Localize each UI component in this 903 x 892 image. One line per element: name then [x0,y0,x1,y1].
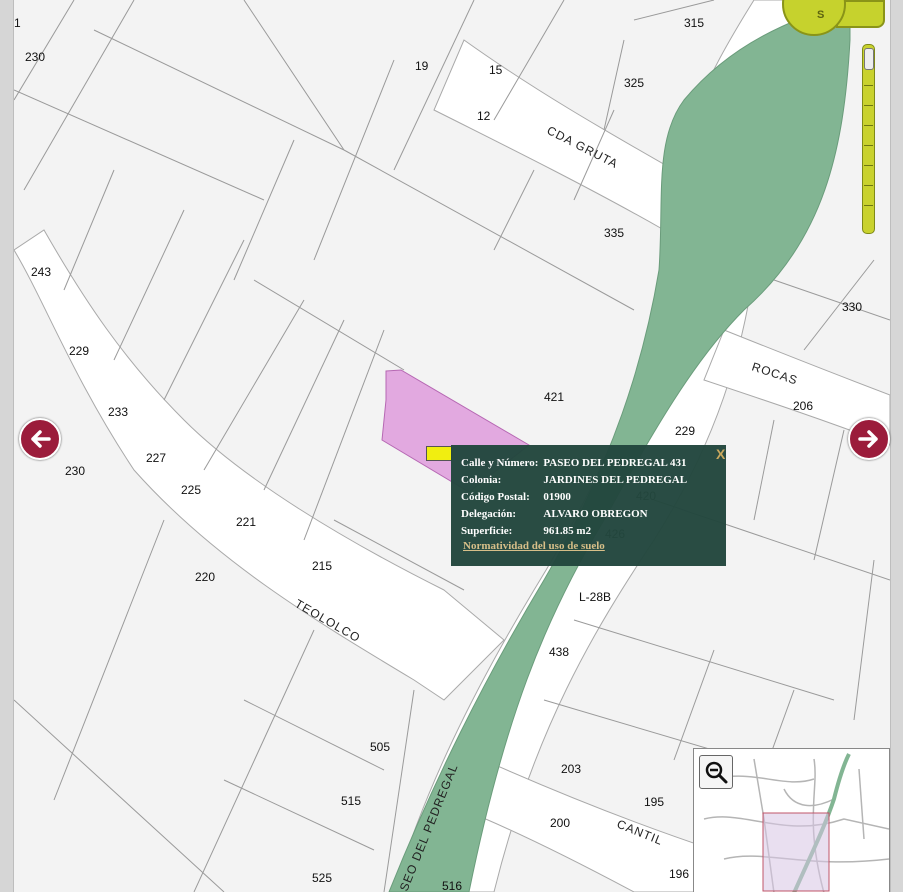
info-label: Calle y Número: [461,457,539,469]
info-value: JARDINES DEL PEDREGAL [543,474,688,486]
frame-right [890,0,903,892]
zoom-slider[interactable] [862,44,875,234]
lot-number: 12 [477,109,491,123]
lot-number: 325 [624,76,644,90]
lot-number: 330 [842,300,862,314]
lot-number: 505 [370,740,390,754]
info-label: Código Postal: [461,491,530,503]
lot-number: 221 [236,515,256,529]
frame-left [0,0,14,892]
arrow-right-icon [858,430,878,448]
lot-number: L-28B [579,590,611,604]
lot-number: 516 [442,879,462,892]
info-value: PASEO DEL PEDREGAL 431 [543,457,687,469]
zoom-out-icon [705,761,728,784]
lot-number: 225 [181,483,201,497]
info-row: Colonia: JARDINES DEL PEDREGAL [461,473,692,490]
lot-number: 15 [489,63,503,77]
lot-number: 525 [312,871,332,885]
info-value: ALVARO OBREGON [543,508,648,520]
info-label: Colonia: [461,474,502,486]
lot-number: 438 [549,645,569,659]
compass-south-label[interactable]: S [817,9,824,21]
info-label: Delegación: [461,508,516,520]
info-row: Delegación: ALVARO OBREGON [461,507,692,524]
lot-number: 335 [604,226,624,240]
lot-number: 215 [312,559,332,573]
info-row: Calle y Número: PASEO DEL PEDREGAL 431 [461,456,692,473]
parcel-info-table: Calle y Número: PASEO DEL PEDREGAL 431 C… [461,456,692,541]
zoom-tick [864,205,873,206]
info-row: Superficie: 961.85 m2 [461,524,692,541]
lot-number: 515 [341,794,361,808]
lot-number: 315 [684,16,704,30]
arrow-left-icon [31,430,51,448]
lot-number: 233 [108,405,128,419]
lot-number: 227 [146,451,166,465]
zoom-slider-thumb[interactable] [864,48,874,70]
lot-number: 203 [561,762,581,776]
land-use-regulation-link[interactable]: Normatividad del uso de suelo [463,540,605,552]
lot-number: 230 [25,50,45,64]
lot-number: 195 [644,795,664,809]
info-label: Superficie: [461,525,513,537]
info-row: Código Postal: 01900 [461,490,692,507]
zoom-tick [864,85,873,86]
parcel-info-popup: X Calle y Número: PASEO DEL PEDREGAL 431… [451,445,726,566]
zoom-tick [864,165,873,166]
lot-number: 19 [415,59,429,73]
lot-number: 196 [669,867,689,881]
lot-number: 1 [14,16,21,30]
overview-viewport[interactable] [762,812,830,892]
location-marker[interactable] [426,446,452,461]
popup-close-button[interactable]: X [716,446,725,462]
lot-number: 243 [31,265,51,279]
info-value: 961.85 m2 [543,525,592,537]
info-value: 01900 [543,491,571,503]
zoom-tick [864,125,873,126]
lot-number: 229 [675,424,695,438]
zoom-tick [864,105,873,106]
lot-number: 230 [65,464,85,478]
lot-number: 220 [195,570,215,584]
lot-number: 206 [793,399,813,413]
zoom-tick [864,145,873,146]
map-viewer: 1 230 19 15 315 325 12 335 243 229 233 2… [0,0,903,892]
lot-number: 200 [550,816,570,830]
pan-right-button[interactable] [848,418,890,460]
zoom-tick [864,185,873,186]
zoom-out-button[interactable] [699,755,733,789]
pan-left-button[interactable] [19,418,61,460]
lot-number: 421 [544,390,564,404]
lot-number: 229 [69,344,89,358]
